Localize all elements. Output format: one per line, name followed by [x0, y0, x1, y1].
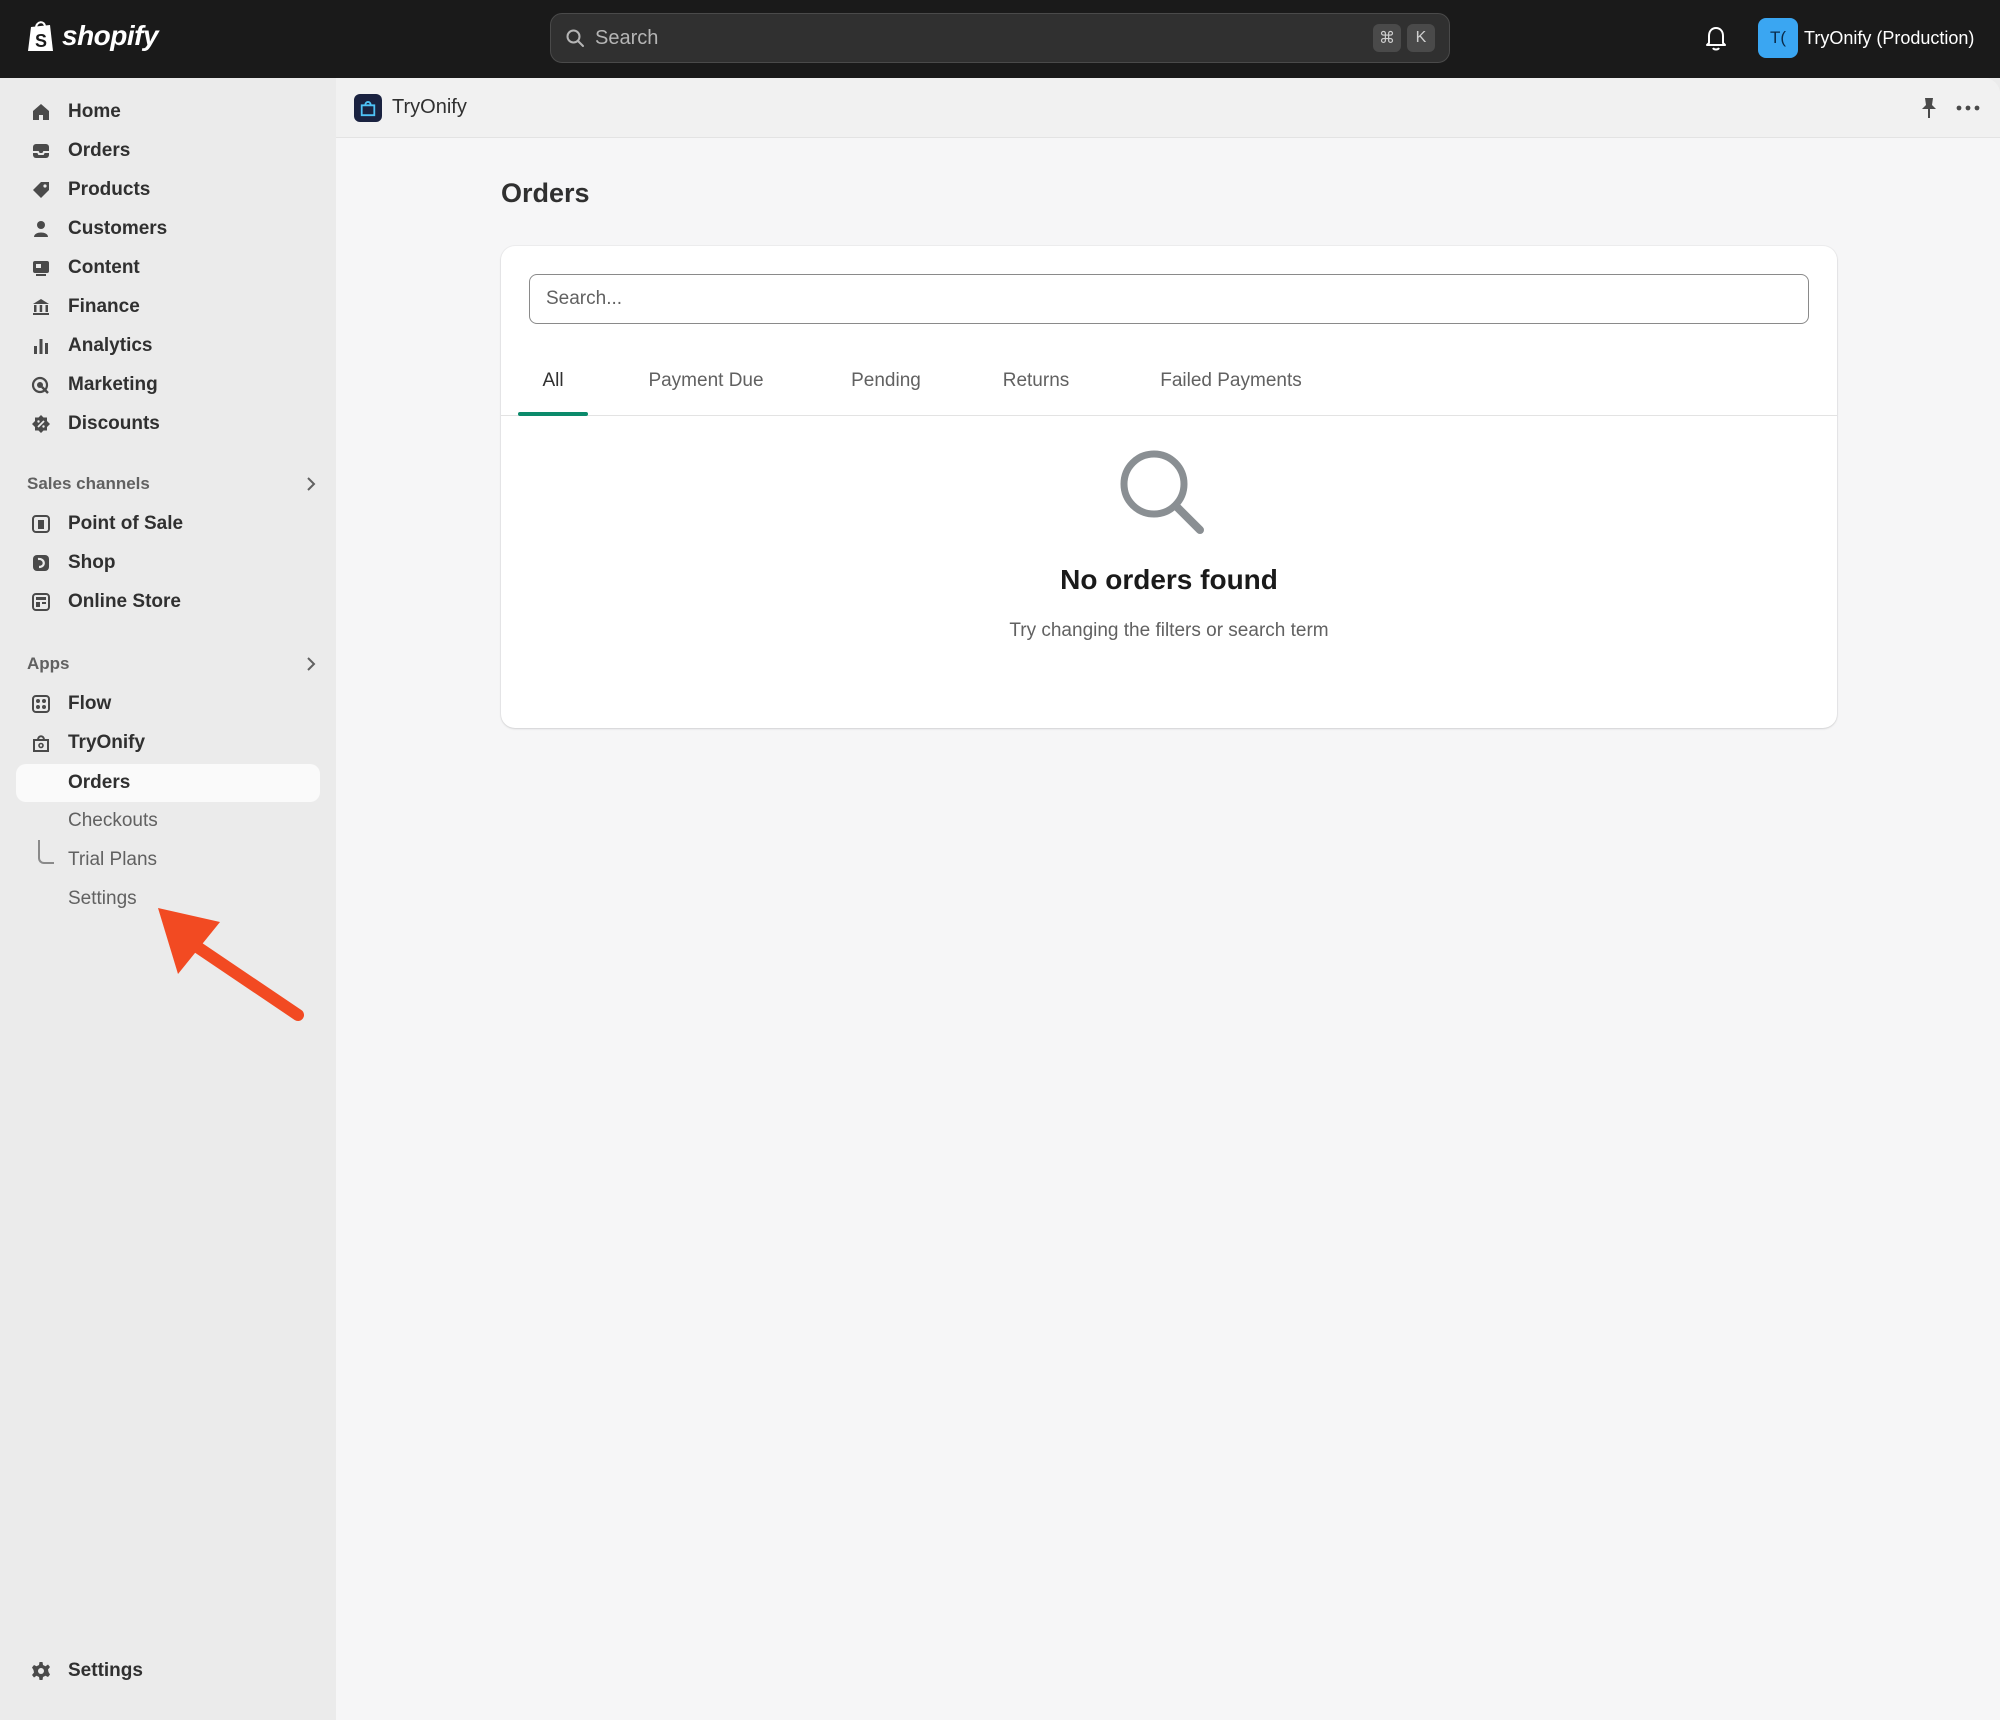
logo-text: shopify: [62, 20, 159, 51]
sidebar-item-label: Customers: [68, 218, 168, 239]
shopify-logo[interactable]: S shopify: [26, 18, 159, 54]
avatar: T(: [1758, 18, 1798, 58]
shopify-bag-icon: S: [28, 21, 53, 51]
sidebar-item-label: Analytics: [68, 335, 153, 356]
store-icon: [30, 591, 52, 613]
search-icon: [566, 29, 584, 47]
sidebar-item-customers[interactable]: Customers: [16, 210, 320, 248]
chevron-right-icon: [307, 477, 316, 491]
sidebar-item-label: Products: [68, 179, 151, 200]
sidebar-item-point-of-sale[interactable]: Point of Sale: [16, 505, 320, 543]
sidebar-subitem-checkouts[interactable]: Checkouts: [16, 802, 320, 840]
sidebar-item-marketing[interactable]: Marketing: [16, 366, 320, 404]
sidebar-item-home[interactable]: Home: [16, 93, 320, 131]
gear-icon: [30, 1660, 52, 1682]
global-search-placeholder: Search: [595, 26, 659, 49]
tryonify-app-icon: [354, 94, 382, 122]
home-icon: [30, 101, 52, 123]
sidebar-item-label: Marketing: [68, 374, 158, 395]
global-search-bar[interactable]: Search ⌘ K: [550, 13, 1450, 63]
empty-state-subtitle: Try changing the filters or search term: [1009, 620, 1329, 641]
tab-pending[interactable]: Pending: [821, 346, 951, 416]
discount-icon: [30, 413, 52, 435]
sidebar: Home Orders Products Customers Content F…: [0, 78, 336, 1720]
sidebar-item-flow[interactable]: Flow: [16, 685, 320, 723]
empty-search-icon: [1120, 450, 1204, 534]
sidebar-item-products[interactable]: Products: [16, 171, 320, 209]
page-title: Orders: [501, 178, 590, 208]
pos-icon: [30, 513, 52, 535]
bag-icon: [30, 732, 52, 754]
sidebar-item-label: Online Store: [68, 591, 181, 612]
tab-failed-payments[interactable]: Failed Payments: [1121, 346, 1341, 416]
svg-text:S: S: [35, 31, 47, 51]
sidebar-item-label: Point of Sale: [68, 513, 184, 534]
sidebar-item-settings[interactable]: Settings: [16, 1652, 320, 1690]
sidebar-item-content[interactable]: Content: [16, 249, 320, 287]
sidebar-subitem-label: Trial Plans: [68, 849, 158, 870]
orders-search-input[interactable]: [529, 274, 1809, 324]
tab-payment-due[interactable]: Payment Due: [611, 346, 801, 416]
app-header: TryOnify: [336, 78, 2000, 138]
sidebar-subitem-orders[interactable]: Orders: [16, 764, 320, 802]
bank-icon: [30, 296, 52, 318]
sidebar-item-label: Discounts: [68, 413, 160, 434]
tab-all[interactable]: All: [518, 346, 588, 416]
sales-channels-label: Sales channels: [27, 474, 150, 493]
pin-icon[interactable]: [1918, 96, 1940, 120]
sidebar-item-label: Shop: [68, 552, 116, 573]
tab-returns[interactable]: Returns: [971, 346, 1101, 416]
command-key-hint: ⌘: [1373, 24, 1401, 52]
app-name: TryOnify: [392, 96, 467, 118]
sidebar-item-shop[interactable]: Shop: [16, 544, 320, 582]
sidebar-item-label: Orders: [68, 140, 131, 161]
apps-header[interactable]: Apps: [27, 654, 317, 674]
target-icon: [30, 374, 52, 396]
orders-icon: [30, 140, 52, 162]
sidebar-item-label: Flow: [68, 693, 112, 714]
sidebar-item-online-store[interactable]: Online Store: [16, 583, 320, 621]
account-menu[interactable]: T( TryOnify (Production): [1758, 18, 1974, 58]
order-filter-tabs: All Payment Due Pending Returns Failed P…: [501, 346, 1837, 416]
sidebar-subitem-label: Settings: [68, 888, 137, 909]
shop-icon: [30, 552, 52, 574]
sidebar-subitem-trial-plans[interactable]: Trial Plans: [16, 841, 320, 879]
sidebar-item-discounts[interactable]: Discounts: [16, 405, 320, 443]
sidebar-item-tryonify[interactable]: TryOnify: [16, 724, 320, 762]
person-icon: [30, 218, 52, 240]
content-icon: [30, 257, 52, 279]
flow-icon: [30, 693, 52, 715]
apps-label: Apps: [27, 654, 70, 673]
more-options-icon[interactable]: [1953, 96, 1983, 120]
tag-icon: [30, 179, 52, 201]
sidebar-subitem-label: Checkouts: [68, 810, 158, 831]
sidebar-item-label: Content: [68, 257, 140, 278]
top-bar: S shopify Search ⌘ K T( TryOnify (Produc…: [0, 0, 2000, 78]
account-name: TryOnify (Production): [1804, 27, 1975, 48]
sidebar-subitem-label: Orders: [68, 772, 131, 793]
sales-channels-header[interactable]: Sales channels: [27, 474, 317, 494]
sidebar-item-finance[interactable]: Finance: [16, 288, 320, 326]
notification-bell-icon[interactable]: [1704, 24, 1728, 52]
sidebar-item-orders[interactable]: Orders: [16, 132, 320, 170]
main-content: TryOnify Orders All Payment Due Pending …: [336, 78, 2000, 1720]
chevron-right-icon: [307, 657, 316, 671]
bar-chart-icon: [30, 335, 52, 357]
annotation-arrow-icon: [158, 908, 304, 1021]
active-tab-indicator: [518, 412, 588, 416]
orders-card: All Payment Due Pending Returns Failed P…: [501, 246, 1837, 728]
sidebar-item-label: Finance: [68, 296, 140, 317]
sidebar-item-label: Home: [68, 101, 121, 122]
empty-state-title: No orders found: [1060, 564, 1278, 595]
sidebar-item-label: Settings: [68, 1660, 143, 1681]
k-key-hint: K: [1407, 24, 1435, 52]
sidebar-item-label: TryOnify: [68, 732, 146, 753]
sidebar-item-analytics[interactable]: Analytics: [16, 327, 320, 365]
